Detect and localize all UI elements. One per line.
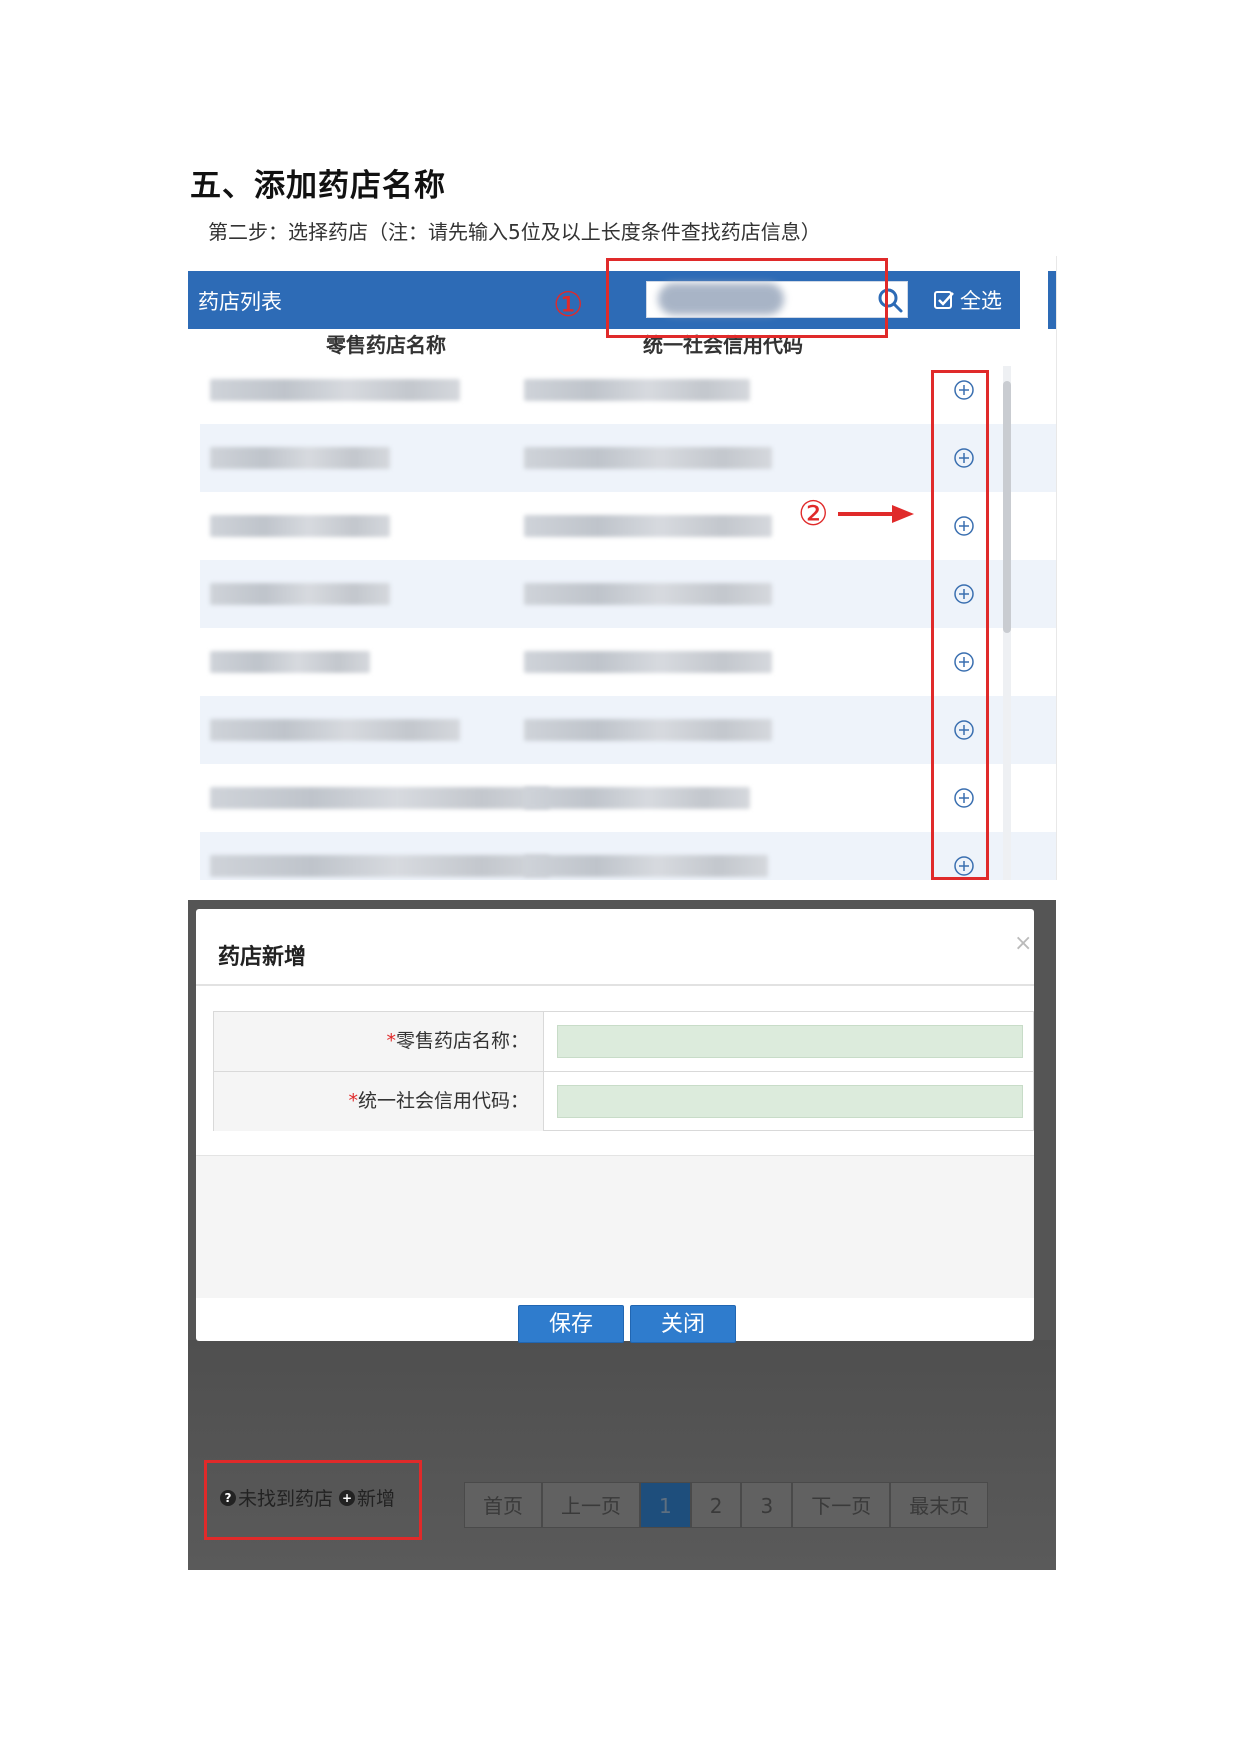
required-mark: * (348, 1090, 358, 1112)
credit-code-blurred (524, 787, 750, 809)
annotation-box-add-column (931, 370, 989, 880)
pharmacy-name-blurred (210, 447, 390, 469)
page-1[interactable]: 1 (640, 1482, 691, 1528)
credit-code-blurred (524, 855, 768, 877)
credit-code-input[interactable] (557, 1085, 1023, 1118)
dialog-title: 药店新增 (218, 945, 307, 970)
table-row[interactable] (200, 764, 1056, 832)
add-pharmacy-dialog: 药店新增 × *零售药店名称： *统一社会信用代码： 保存 关闭 (196, 909, 1034, 1343)
field-label-text: 统一社会信用代码： (357, 1090, 529, 1112)
save-button[interactable]: 保存 (518, 1305, 624, 1343)
select-all-button[interactable]: 全选 (933, 283, 1002, 317)
annotation-marker-1: ① (553, 285, 584, 325)
table-row[interactable] (200, 356, 1056, 424)
table-row[interactable] (200, 628, 1056, 696)
page-first[interactable]: 首页 (464, 1482, 542, 1528)
scrollbar-thumb[interactable] (1003, 381, 1011, 633)
pharmacy-name-blurred (210, 583, 390, 605)
close-button[interactable]: 关闭 (630, 1305, 736, 1343)
pharmacy-name-blurred (210, 719, 460, 741)
form-row-code: *统一社会信用代码： (214, 1071, 1033, 1131)
field-label-name: *零售药店名称： (214, 1012, 544, 1071)
dialog-divider (196, 984, 1034, 986)
checkbox-checked-icon (934, 291, 954, 309)
pharmacy-name-input[interactable] (557, 1025, 1023, 1058)
column-header-name: 零售药店名称 (326, 333, 446, 357)
credit-code-blurred (524, 379, 750, 401)
table-row[interactable] (200, 832, 1056, 880)
pharmacy-list-screenshot: 药店列表 全选 零售药店名称 统一社会信用代码 ① ② (188, 256, 1057, 880)
annotation-marker-2: ② (798, 494, 829, 534)
table-row[interactable] (200, 696, 1056, 764)
credit-code-blurred (524, 651, 772, 673)
select-all-label: 全选 (960, 289, 1002, 313)
page-3[interactable]: 3 (741, 1482, 793, 1528)
page-next[interactable]: 下一页 (792, 1482, 891, 1528)
credit-code-blurred (524, 515, 772, 537)
pharmacy-name-blurred (210, 787, 550, 809)
list-header-edge (1048, 271, 1056, 329)
table-row[interactable] (200, 492, 1056, 560)
step-caption: 第二步：选择药店（注：请先输入5位及以上长度条件查找药店信息） (208, 220, 821, 244)
table-row[interactable] (200, 424, 1056, 492)
pharmacy-name-blurred (210, 515, 390, 537)
page-last[interactable]: 最末页 (890, 1482, 989, 1528)
pharmacy-form: *零售药店名称： *统一社会信用代码： (213, 1011, 1034, 1131)
page-prev[interactable]: 上一页 (542, 1482, 640, 1528)
annotation-arrow-icon (838, 505, 914, 523)
page-2[interactable]: 2 (690, 1482, 742, 1528)
dialog-body-area (196, 1155, 1034, 1298)
pharmacy-name-blurred (210, 855, 550, 877)
credit-code-blurred (524, 583, 772, 605)
annotation-box-search (606, 258, 888, 338)
form-row-name: *零售药店名称： (214, 1012, 1033, 1071)
field-label-text: 零售药店名称： (395, 1030, 529, 1052)
annotation-box-not-found (204, 1460, 422, 1540)
pagination: 首页 上一页 1 2 3 下一页 最末页 (464, 1482, 989, 1528)
close-icon[interactable]: × (1014, 931, 1032, 956)
credit-code-blurred (524, 719, 772, 741)
panel-title: 药店列表 (198, 290, 282, 314)
credit-code-blurred (524, 447, 772, 469)
field-label-code: *统一社会信用代码： (214, 1072, 544, 1131)
add-pharmacy-screenshot: 药店新增 × *零售药店名称： *统一社会信用代码： 保存 关闭 ? 未找到药店… (188, 900, 1056, 1570)
table-row[interactable] (200, 560, 1056, 628)
pharmacy-name-blurred (210, 651, 370, 673)
pharmacy-name-blurred (210, 379, 460, 401)
required-mark: * (386, 1030, 396, 1052)
section-title: 五、添加药店名称 (190, 168, 446, 204)
